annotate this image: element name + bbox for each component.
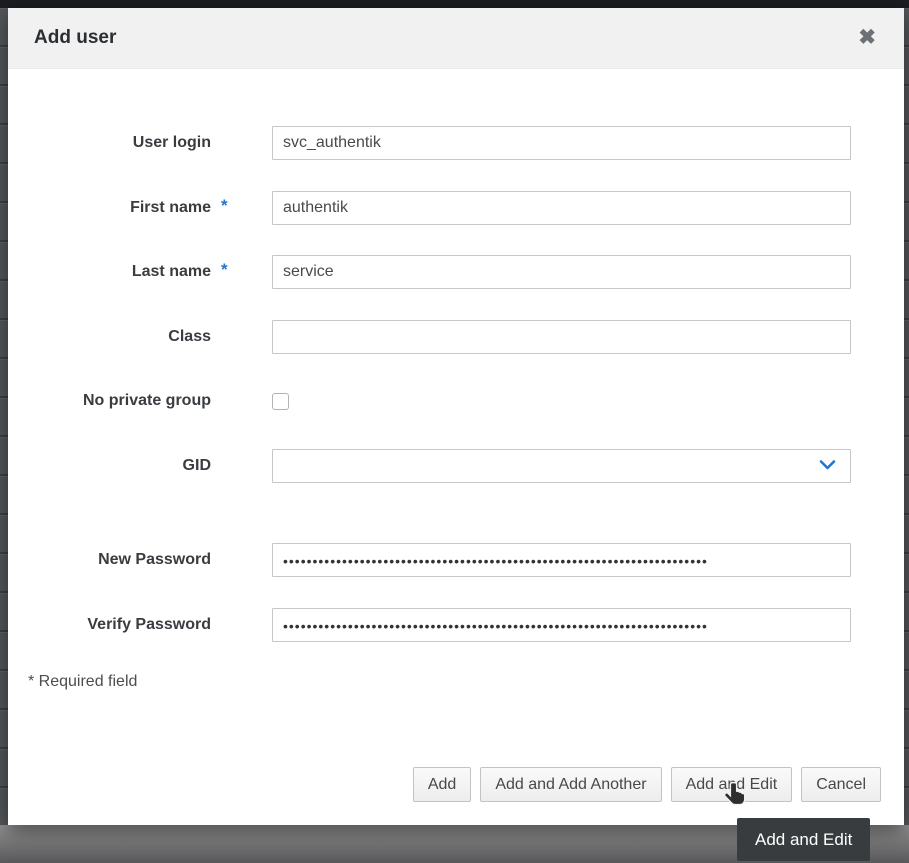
user-login-label: User login: [8, 134, 211, 152]
form-row-user-login: User login: [8, 126, 874, 160]
close-icon[interactable]: ✖: [852, 8, 882, 68]
gid-select[interactable]: [272, 449, 851, 483]
new-password-input[interactable]: [272, 543, 851, 577]
add-and-edit-button[interactable]: Add and Edit: [671, 767, 793, 802]
dialog-body: User login First name * Last name * Clas…: [8, 69, 904, 825]
last-name-input[interactable]: [272, 255, 851, 289]
form-row-verify-password: Verify Password: [8, 608, 874, 642]
required-asterisk: *: [221, 196, 228, 216]
first-name-input[interactable]: [272, 191, 851, 225]
last-name-label: Last name: [8, 263, 211, 281]
form-row-gid: GID: [8, 449, 874, 483]
dialog-header: Add user ✖: [8, 8, 904, 69]
verify-password-label: Verify Password: [8, 616, 211, 634]
class-input[interactable]: [272, 320, 851, 354]
dimmed-page-backdrop-left: [0, 8, 8, 825]
dimmed-page-backdrop-right: [904, 8, 909, 825]
required-field-note: * Required field: [28, 673, 137, 691]
dimmed-navbar-backdrop: [0, 0, 909, 8]
cancel-button[interactable]: Cancel: [801, 767, 881, 802]
required-asterisk: *: [221, 260, 228, 280]
form-row-last-name: Last name *: [8, 255, 874, 289]
add-and-edit-tooltip: Add and Edit: [737, 818, 870, 861]
form-row-new-password: New Password: [8, 543, 874, 577]
verify-password-input[interactable]: [272, 608, 851, 642]
form-row-first-name: First name *: [8, 191, 874, 225]
chevron-down-icon: [819, 459, 836, 471]
class-label: Class: [8, 328, 211, 346]
add-button[interactable]: Add: [413, 767, 471, 802]
add-user-dialog: Add user ✖ User login First name * Last …: [8, 8, 904, 825]
no-private-group-checkbox[interactable]: [272, 393, 289, 410]
first-name-label: First name: [8, 199, 211, 217]
dialog-title: Add user: [34, 8, 116, 68]
add-and-add-another-button[interactable]: Add and Add Another: [480, 767, 661, 802]
gid-label: GID: [8, 457, 211, 475]
new-password-label: New Password: [8, 551, 211, 569]
no-private-group-label: No private group: [8, 392, 211, 410]
add-user-modal-page: Add user ✖ User login First name * Last …: [0, 0, 909, 863]
user-login-input[interactable]: [272, 126, 851, 160]
form-row-class: Class: [8, 320, 874, 354]
form-row-no-private-group: No private group: [8, 384, 874, 418]
dialog-footer: Add Add and Add Another Add and Edit Can…: [413, 767, 881, 802]
